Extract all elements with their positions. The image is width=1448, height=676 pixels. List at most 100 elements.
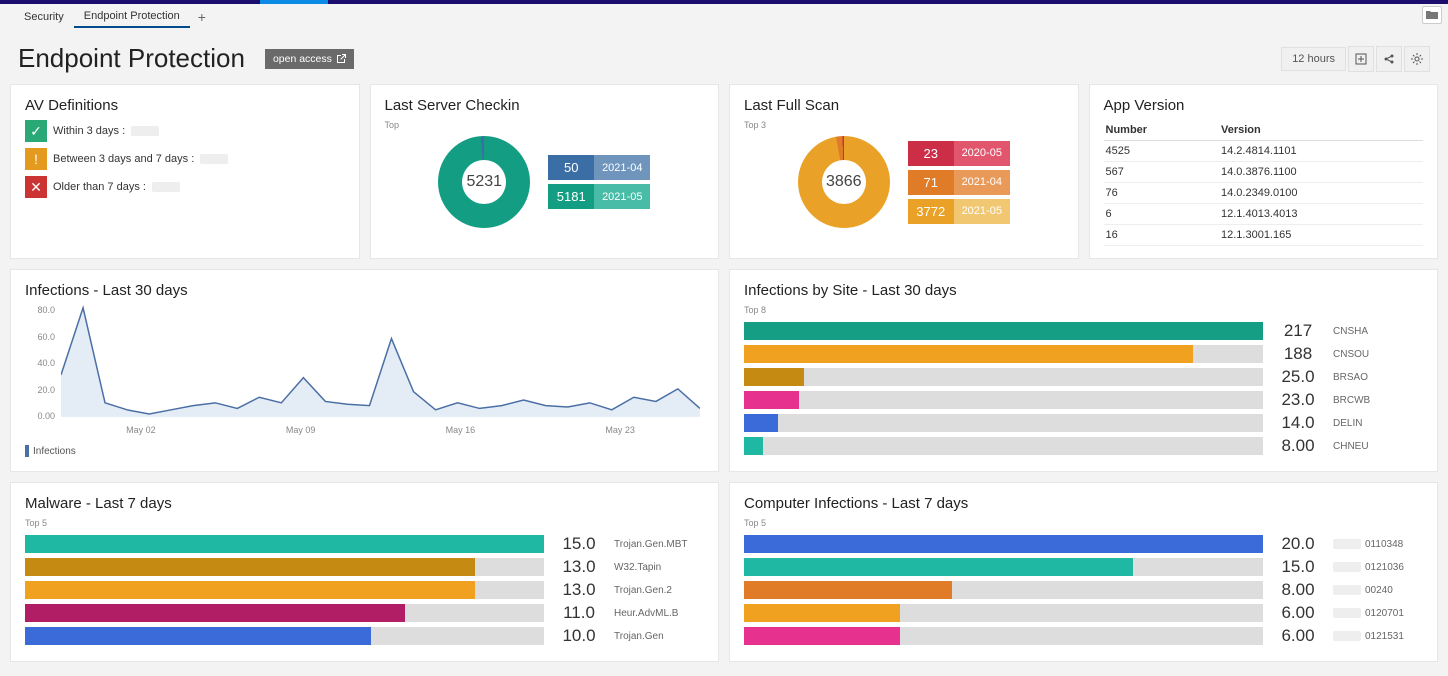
appver-title: App Version — [1104, 97, 1424, 114]
timerange-chip[interactable]: 12 hours — [1281, 47, 1346, 71]
hbar-fill — [744, 345, 1193, 363]
y-tick: 40.0 — [37, 358, 55, 368]
appver-number: 16 — [1104, 225, 1220, 246]
hbar-row[interactable]: 13.0 W32.Tapin — [25, 557, 704, 577]
hbar-label: BRCWB — [1333, 395, 1423, 406]
hbar-row[interactable]: 11.0 Heur.AdvML.B — [25, 603, 704, 623]
hbar-fill — [25, 627, 371, 645]
hbar-value: 20.0 — [1271, 534, 1325, 554]
scan-subtitle: Top 3 — [744, 120, 1064, 130]
hbar-fill — [744, 535, 1263, 553]
hbar-row[interactable]: 14.0 DELIN — [744, 413, 1423, 433]
hbar-value: 15.0 — [552, 534, 606, 554]
donut-legend-label: 2021-05 — [954, 199, 1010, 224]
share-button[interactable] — [1376, 46, 1402, 72]
card-computer-infections-7: Computer Infections - Last 7 days Top 5 … — [729, 482, 1438, 662]
folder-button[interactable] — [1422, 6, 1442, 24]
hbar-row[interactable]: 8.00 00240 — [744, 580, 1423, 600]
label-redacted — [1333, 562, 1361, 572]
malware7-title: Malware - Last 7 days — [25, 495, 704, 512]
hbar-label: 0120701 — [1333, 608, 1423, 619]
tab-add[interactable]: + — [190, 9, 214, 25]
donut-legend-value: 71 — [908, 170, 954, 195]
appver-table: Number Version 4525 14.2.4814.1101 567 1… — [1104, 120, 1424, 246]
hbar-row[interactable]: 13.0 Trojan.Gen.2 — [25, 580, 704, 600]
hbar-fill — [744, 322, 1263, 340]
hbar-fill — [744, 437, 763, 455]
hbar-row[interactable]: 188 CNSOU — [744, 344, 1423, 364]
x-tick: May 02 — [126, 425, 156, 435]
y-tick: 60.0 — [37, 332, 55, 342]
hbar-track — [744, 581, 1263, 599]
appver-row[interactable]: 4525 14.2.4814.1101 — [1104, 141, 1424, 162]
checkin-donut-total: 5231 — [462, 160, 506, 204]
appver-row[interactable]: 6 12.1.4013.4013 — [1104, 204, 1424, 225]
hbar-track — [25, 558, 544, 576]
card-app-version: App Version Number Version 4525 14.2.481… — [1089, 84, 1439, 259]
donut-legend-row[interactable]: 5181 2021-05 — [548, 184, 650, 209]
status-icon: ✓ — [25, 120, 47, 142]
av-def-row: ✕ Older than 7 days : — [25, 176, 345, 198]
donut-legend-row[interactable]: 3772 2021-05 — [908, 199, 1010, 224]
hbar-row[interactable]: 8.00 CHNEU — [744, 436, 1423, 456]
hbar-fill — [744, 558, 1133, 576]
scan-donut[interactable]: 3866 — [798, 136, 890, 228]
checkin-subtitle: Top — [385, 120, 705, 130]
hbar-track — [744, 627, 1263, 645]
tab-security[interactable]: Security — [14, 6, 74, 27]
export-icon — [1355, 53, 1367, 65]
donut-legend-label: 2021-04 — [954, 170, 1010, 195]
settings-button[interactable] — [1404, 46, 1430, 72]
hbar-value: 10.0 — [552, 626, 606, 646]
hbar-fill — [744, 391, 799, 409]
hbar-label: CNSHA — [1333, 326, 1423, 337]
hbar-fill — [744, 368, 804, 386]
hbar-fill — [744, 581, 952, 599]
checkin-donut[interactable]: 5231 — [438, 136, 530, 228]
hbar-row[interactable]: 217 CNSHA — [744, 321, 1423, 341]
hbar-track — [25, 535, 544, 553]
donut-legend-row[interactable]: 23 2020-05 — [908, 141, 1010, 166]
appver-row[interactable]: 16 12.1.3001.165 — [1104, 225, 1424, 246]
status-icon: ✕ — [25, 176, 47, 198]
inf30-legend-label: Infections — [33, 446, 76, 457]
gear-icon — [1411, 53, 1423, 65]
appver-row[interactable]: 567 14.0.3876.1100 — [1104, 162, 1424, 183]
av-def-value-redacted — [152, 182, 180, 192]
hbar-label: 0121036 — [1333, 562, 1423, 573]
inf30-chart[interactable]: 80.060.040.020.00.00 May 02May 09May 16M… — [25, 305, 704, 435]
hbar-row[interactable]: 6.00 0120701 — [744, 603, 1423, 623]
hbar-row[interactable]: 10.0 Trojan.Gen — [25, 626, 704, 646]
tab-endpoint-protection[interactable]: Endpoint Protection — [74, 5, 190, 28]
hbar-label: 0110348 — [1333, 539, 1423, 550]
hbar-label: W32.Tapin — [614, 562, 704, 573]
open-access-button[interactable]: open access — [265, 49, 354, 69]
hbar-track — [744, 391, 1263, 409]
status-icon: ! — [25, 148, 47, 170]
label-redacted — [1333, 608, 1361, 618]
donut-legend-row[interactable]: 71 2021-04 — [908, 170, 1010, 195]
inf30-title: Infections - Last 30 days — [25, 282, 704, 299]
hbar-track — [744, 437, 1263, 455]
hbar-value: 6.00 — [1271, 603, 1325, 623]
appver-row[interactable]: 76 14.0.2349.0100 — [1104, 183, 1424, 204]
hbar-value: 217 — [1271, 321, 1325, 341]
scan-donut-total: 3866 — [822, 160, 866, 204]
donut-legend-row[interactable]: 50 2021-04 — [548, 155, 650, 180]
appver-number: 567 — [1104, 162, 1220, 183]
hbar-fill — [25, 535, 544, 553]
hbar-label: CNSOU — [1333, 349, 1423, 360]
hbar-track — [744, 604, 1263, 622]
hbar-row[interactable]: 15.0 Trojan.Gen.MBT — [25, 534, 704, 554]
export-button[interactable] — [1348, 46, 1374, 72]
hbar-row[interactable]: 20.0 0110348 — [744, 534, 1423, 554]
av-def-label: Within 3 days : — [53, 125, 125, 137]
hbar-row[interactable]: 25.0 BRSAO — [744, 367, 1423, 387]
hbar-row[interactable]: 15.0 0121036 — [744, 557, 1423, 577]
hbar-row[interactable]: 6.00 0121531 — [744, 626, 1423, 646]
av-def-row: ! Between 3 days and 7 days : — [25, 148, 345, 170]
appver-version: 14.0.2349.0100 — [1219, 183, 1423, 204]
hbar-track — [25, 581, 544, 599]
hbar-row[interactable]: 23.0 BRCWB — [744, 390, 1423, 410]
appver-version: 12.1.3001.165 — [1219, 225, 1423, 246]
